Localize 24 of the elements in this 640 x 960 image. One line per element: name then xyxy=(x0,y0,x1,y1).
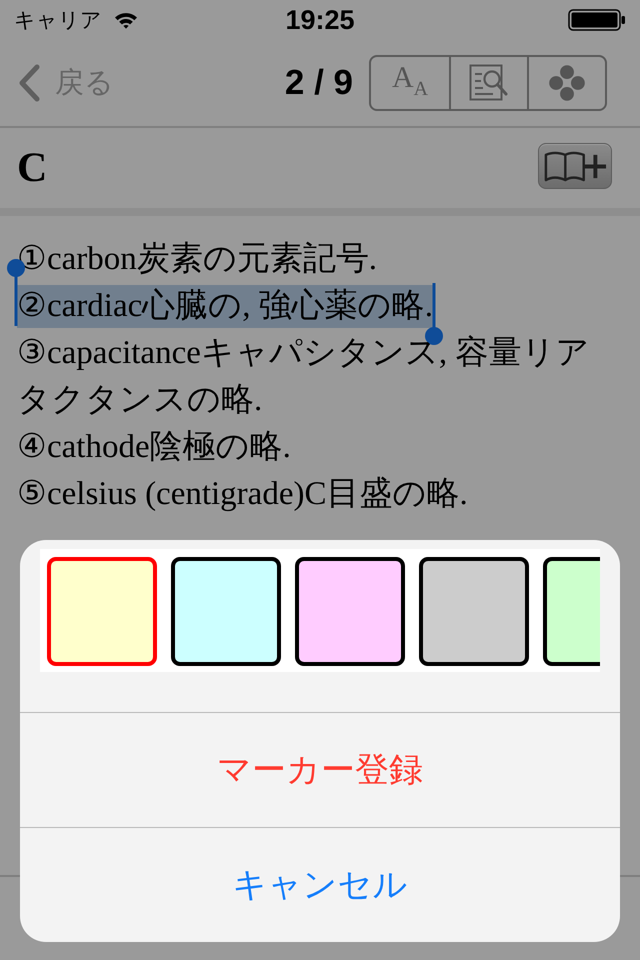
add-to-book-button[interactable] xyxy=(538,143,612,189)
entry-text: ①carbon炭素の元素記号. xyxy=(17,240,378,279)
entry-heading: C xyxy=(17,144,48,192)
carrier-label: キャリア xyxy=(14,7,102,34)
book-plus-icon xyxy=(543,148,607,184)
color-swatch[interactable] xyxy=(543,557,600,666)
entry-text: ⑤celsius (centigrade)C目盛の略. xyxy=(17,475,468,514)
color-swatch[interactable] xyxy=(295,557,405,666)
page-counter: 2 / 9 xyxy=(284,63,353,103)
color-swatch[interactable] xyxy=(47,557,157,666)
color-swatch[interactable] xyxy=(171,557,281,666)
register-marker-button[interactable]: マーカー登録 xyxy=(20,712,620,827)
cancel-button[interactable]: キャンセル xyxy=(20,827,620,942)
clock-time: 19:25 xyxy=(285,4,355,36)
four-dots-icon xyxy=(549,65,585,101)
entry-text: ③capacitanceキャパシタンス, 容量リアタクタンスの略. xyxy=(17,334,590,420)
font-size-button[interactable]: A$_{A}$ xyxy=(371,57,449,109)
entry-text: ④cathode陰極の略. xyxy=(17,428,291,467)
selected-entry-text: ②cardiac心臓の, 強心薬の略. xyxy=(17,285,433,328)
wifi-icon xyxy=(114,11,138,29)
battery-icon xyxy=(568,9,626,31)
color-swatch[interactable] xyxy=(419,557,529,666)
chevron-left-icon xyxy=(17,64,41,102)
document-search-icon xyxy=(469,64,509,102)
